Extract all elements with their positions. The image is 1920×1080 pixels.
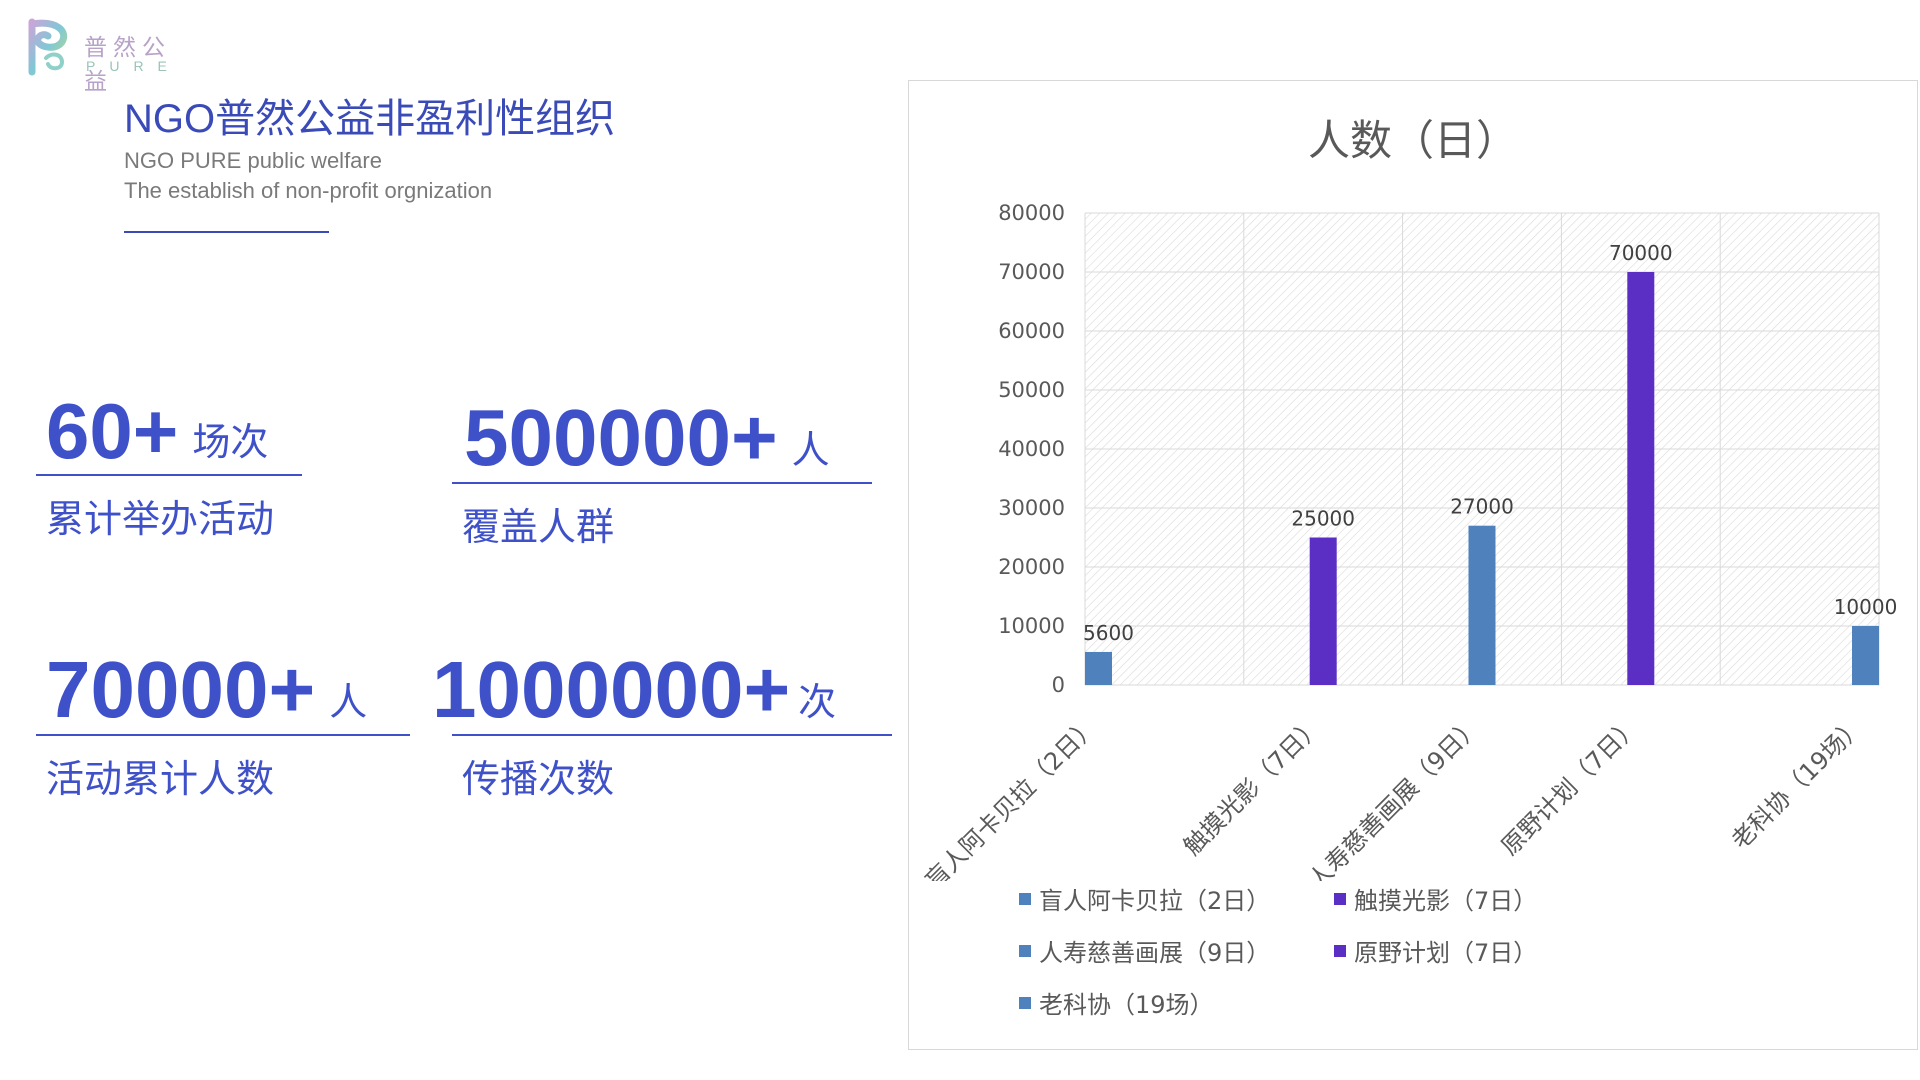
stat-unit: 人: [329, 680, 368, 724]
stat-value: 1000000+: [432, 645, 791, 734]
x-tick-label: 触摸光影（7日）: [1178, 711, 1327, 860]
stat-label: 累计举办活动: [46, 497, 275, 541]
stat-label: 活动累计人数: [46, 757, 275, 801]
logo: 普然公益 PURE: [28, 18, 188, 95]
stat-unit: 次: [798, 680, 837, 724]
stat-activities: 60+ 场次 累计举办活动: [36, 392, 302, 543]
bar-0: [1085, 651, 1112, 685]
stat-label: 覆盖人群: [462, 505, 615, 549]
stat-unit: 场次: [192, 420, 269, 464]
legend-label: 触摸光影（7日）: [1354, 887, 1538, 915]
x-tick-label: 老科协（19场）: [1726, 711, 1869, 854]
y-tick-label: 30000: [998, 496, 1065, 520]
legend-label: 原野计划（7日）: [1354, 939, 1538, 967]
data-label: 25000: [1291, 507, 1355, 531]
y-tick-label: 20000: [998, 555, 1065, 579]
x-tick-label: 原野计划（7日）: [1496, 711, 1645, 860]
data-label: 27000: [1450, 495, 1514, 519]
logo-en-text: PURE: [86, 58, 181, 74]
legend-label: 盲人阿卡贝拉（2日）: [1039, 887, 1271, 915]
y-tick-label: 70000: [998, 260, 1065, 284]
stat-value: 500000+: [464, 393, 778, 482]
legend-swatch: [1334, 944, 1346, 957]
stat-coverage: 500000+ 人 覆盖人群: [452, 398, 872, 551]
legend-item: 盲人阿卡贝拉（2日）: [1019, 881, 1270, 916]
bar-2: [1468, 525, 1496, 685]
pure-logo-icon: [28, 18, 67, 76]
legend-label: 人寿慈善画展（9日）: [1039, 939, 1271, 967]
bar-chart: 0 10000 20000 30000 40000 50000 60000 70000 8000…: [920, 201, 1898, 881]
data-label: 70000: [1609, 241, 1673, 265]
legend-swatch: [1019, 892, 1031, 905]
legend-item: 原野计划（7日）: [1334, 933, 1537, 968]
bar-1: [1309, 537, 1337, 685]
page-title: NGO普然公益非盈利性组织: [124, 97, 616, 141]
chart-panel: 人数（日） 0 10000 20000 30000 40000 50000 60000 700…: [908, 80, 1918, 1050]
y-tick-label: 40000: [998, 437, 1065, 461]
data-label: 5600: [1083, 621, 1134, 645]
y-tick-label: 50000: [998, 378, 1065, 402]
stat-underline: [452, 734, 892, 736]
stat-label: 传播次数: [462, 757, 615, 801]
y-tick-label: 80000: [998, 201, 1065, 225]
y-tick-label: 60000: [998, 319, 1065, 343]
legend-swatch: [1019, 996, 1031, 1009]
legend-swatch: [1334, 892, 1346, 905]
y-tick-label: 10000: [998, 614, 1065, 638]
title-underline: [124, 231, 329, 233]
stat-unit: 人: [791, 428, 830, 472]
x-tick-label: 盲人阿卡贝拉（2日）: [920, 711, 1103, 881]
legend-label: 老科协（19场）: [1039, 991, 1214, 1019]
legend-item: 老科协（19场）: [1019, 985, 1214, 1020]
legend-item: 人寿慈善画展（9日）: [1019, 933, 1270, 968]
x-tick-label: 人寿慈善画展（9日）: [1303, 711, 1486, 881]
subtitle-line-2: The establish of non-profit orgnization: [124, 178, 493, 203]
legend-swatch: [1019, 944, 1031, 957]
stat-underline: [36, 734, 410, 736]
stat-spread: 1000000+ 次 传播次数: [432, 650, 892, 803]
stat-value: 70000+: [46, 645, 316, 734]
stat-participants: 70000+ 人 活动累计人数: [36, 650, 410, 803]
stat-value: 60+: [46, 387, 179, 475]
legend-item: 触摸光影（7日）: [1334, 881, 1537, 916]
stat-underline: [452, 482, 872, 484]
y-tick-label: 0: [1052, 673, 1065, 697]
data-label: 10000: [1834, 595, 1898, 619]
subtitle-line-1: NGO PURE public welfare: [124, 148, 382, 173]
bar-3: [1627, 272, 1655, 685]
bar-4: [1852, 626, 1879, 685]
